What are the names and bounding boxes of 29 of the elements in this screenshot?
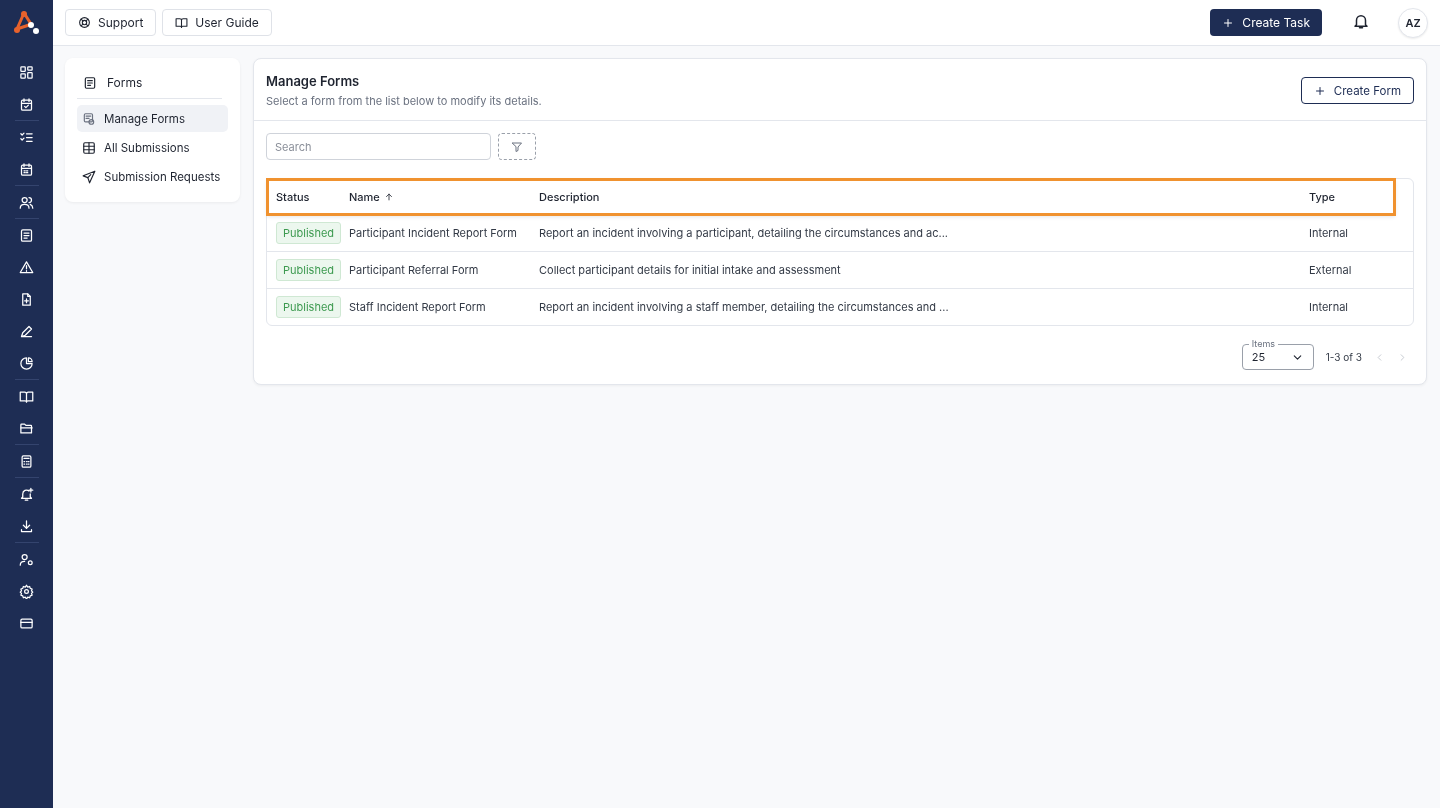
menu-title: Forms xyxy=(107,75,143,90)
search-field[interactable]: Search xyxy=(266,133,491,160)
menu-item[interactable]: All Submissions xyxy=(77,134,228,161)
user-avatar[interactable]: AZ xyxy=(1398,7,1428,38)
table-cell: Report an incident involving a participant, detailing the circumstances and ac... xyxy=(539,226,948,240)
menu-item[interactable]: Submission Requests xyxy=(77,163,228,190)
column-header[interactable]: Status xyxy=(276,189,349,204)
column-header[interactable]: Name xyxy=(349,189,539,204)
table-cell: Participant Referral Form xyxy=(349,263,479,277)
status-badge: Published xyxy=(276,296,342,318)
panel-title: Manage Forms xyxy=(266,73,361,89)
table-cell: Participant Incident Report Form xyxy=(349,226,517,240)
toolbar-button[interactable]: Support xyxy=(65,9,157,36)
table-cell: Staff Incident Report Form xyxy=(349,300,486,314)
table-cell: Internal xyxy=(1309,226,1348,240)
table-cell: Report an incident involving a staff member, detailing the circumstances and ... xyxy=(539,300,949,314)
table-cell: Collect participant details for initial intake and assessment xyxy=(539,263,841,277)
panel-subtitle: Select a form from the list below to modify its details. xyxy=(266,94,543,108)
status-badge: Published xyxy=(276,259,342,281)
menu-item[interactable]: Manage Forms xyxy=(77,105,228,132)
column-header[interactable]: Description xyxy=(539,189,1309,204)
create-form-button[interactable]: Create Form xyxy=(1300,77,1414,104)
create-task-button[interactable]: Create Task xyxy=(1210,9,1322,36)
column-header[interactable]: Type xyxy=(1309,189,1395,204)
status-badge: Published xyxy=(276,222,342,244)
table-cell: Internal xyxy=(1309,300,1348,314)
page-range: 1-3 of 3 xyxy=(1325,351,1362,363)
table-cell: External xyxy=(1309,263,1352,277)
toolbar-button[interactable]: User Guide xyxy=(162,9,272,36)
